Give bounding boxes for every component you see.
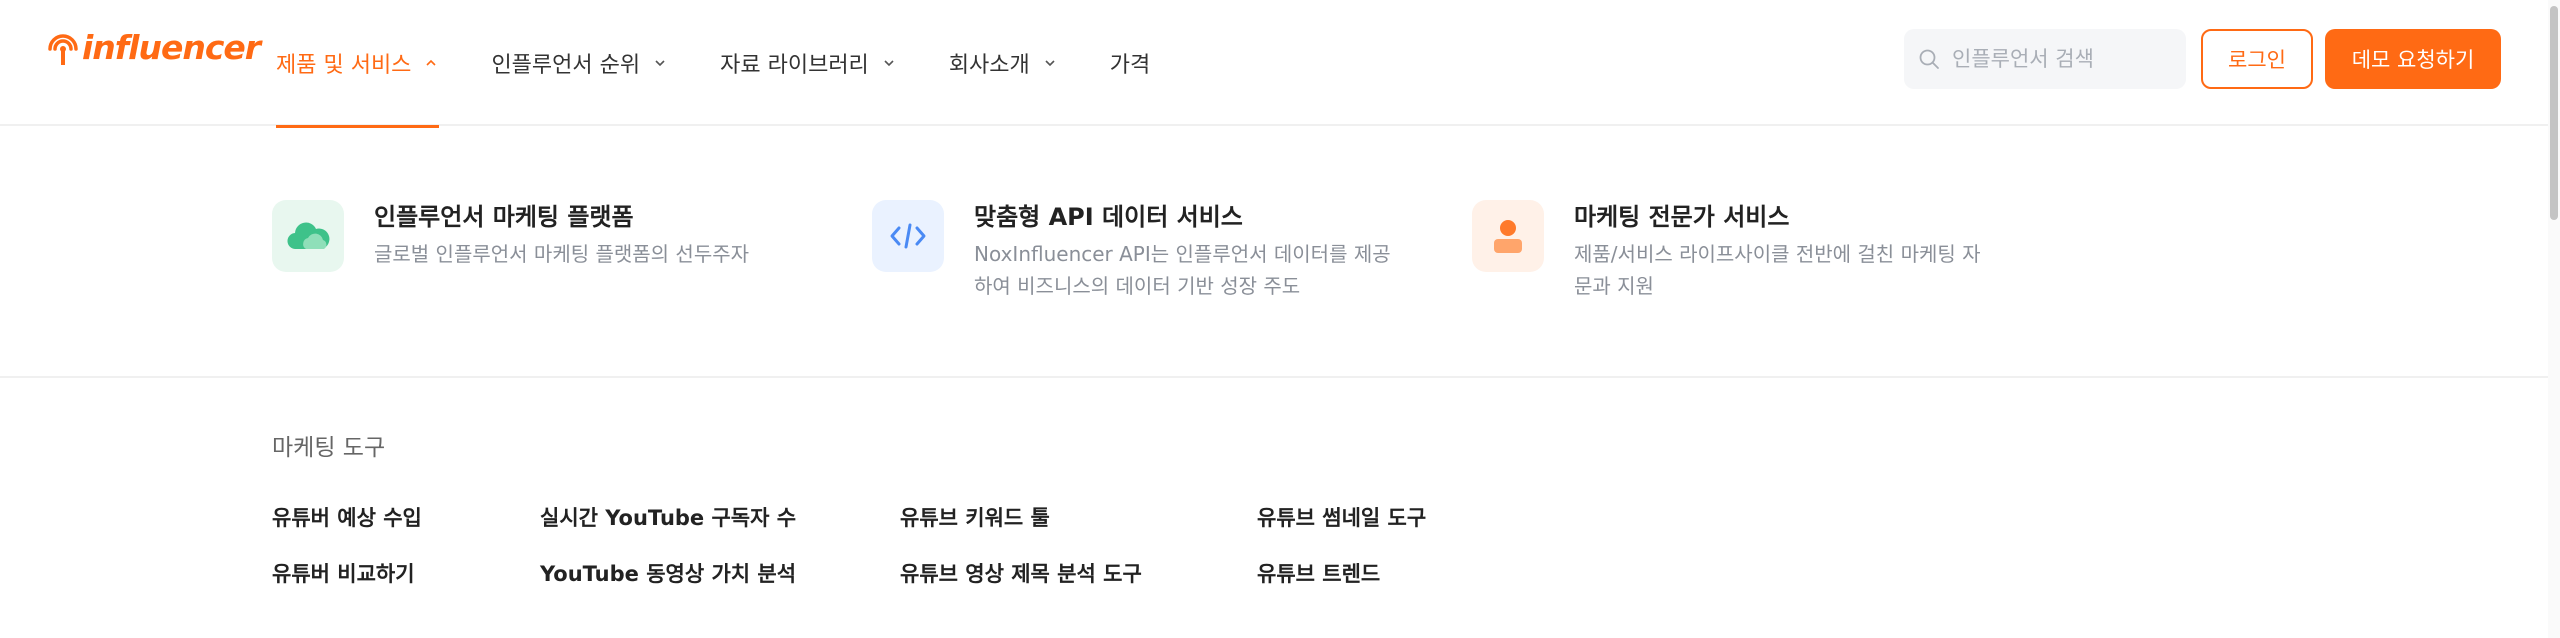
brand-logo[interactable]: influencer bbox=[46, 24, 261, 70]
service-description-line: 제품/서비스 라이프사이클 전반에 걸친 마케팅 자 bbox=[1574, 242, 1981, 266]
chevron-down-icon bbox=[1045, 60, 1055, 67]
logo-mark-icon bbox=[48, 34, 78, 65]
nav-products-services[interactable]: 제품 및 서비스 bbox=[276, 0, 440, 128]
nav-resource-library[interactable]: 자료 라이브러리 bbox=[720, 0, 897, 126]
site-header: influencer 제품 및 서비스 인플루언서 순위 자료 라이브러리 회사… bbox=[0, 0, 2560, 128]
nav-label: 제품 및 서비스 bbox=[276, 53, 412, 78]
service-icon-wrap bbox=[1472, 200, 1544, 272]
marketing-tools-heading: 마케팅 도구 bbox=[272, 435, 386, 461]
services-panel: 인플루언서 마케팅 플랫폼 글로벌 인플루언서 마케팅 플랫폼의 선두주자 맞춤… bbox=[0, 128, 2548, 378]
page-scrollbar[interactable] bbox=[2548, 0, 2560, 638]
cloud-icon bbox=[287, 222, 330, 250]
service-description: NoxInfluencer API는 인플루언서 데이터를 제공 하여 비즈니스… bbox=[974, 238, 1391, 302]
logo-text: influencer bbox=[82, 27, 261, 67]
tool-link-youtuber-earnings[interactable]: 유튜버 예상 수입 bbox=[272, 502, 422, 532]
service-card-api-data[interactable]: 맞춤형 API 데이터 서비스 NoxInfluencer API는 인플루언서… bbox=[872, 200, 1391, 302]
nav-about[interactable]: 회사소개 bbox=[949, 0, 1058, 126]
nav-label: 가격 bbox=[1109, 53, 1151, 78]
tool-link-youtube-trends[interactable]: 유튜브 트렌드 bbox=[1257, 558, 1380, 588]
chevron-up-icon bbox=[426, 59, 437, 66]
service-description-line: 하여 비즈니스의 데이터 기반 성장 주도 bbox=[974, 274, 1301, 298]
service-description: 제품/서비스 라이프사이클 전반에 걸친 마케팅 자 문과 지원 bbox=[1574, 238, 1981, 302]
tool-link-thumbnail-tool[interactable]: 유튜브 썸네일 도구 bbox=[1257, 502, 1426, 532]
search-box[interactable] bbox=[1904, 29, 2186, 89]
nav-label: 인플루언서 순위 bbox=[491, 53, 641, 78]
search-icon bbox=[1919, 49, 1939, 69]
tool-link-video-value[interactable]: YouTube 동영상 가치 분석 bbox=[540, 558, 796, 588]
tool-link-realtime-subscribers[interactable]: 실시간 YouTube 구독자 수 bbox=[540, 502, 796, 532]
main-nav: 제품 및 서비스 인플루언서 순위 자료 라이브러리 회사소개 가격 bbox=[276, 0, 1202, 128]
tool-link-keyword-tool[interactable]: 유튜브 키워드 툴 bbox=[900, 502, 1050, 532]
service-title: 인플루언서 마케팅 플랫폼 bbox=[374, 203, 634, 231]
service-title: 마케팅 전문가 서비스 bbox=[1574, 203, 1790, 231]
search-input[interactable] bbox=[1952, 47, 2172, 71]
service-card-influencer-platform[interactable]: 인플루언서 마케팅 플랫폼 글로벌 인플루언서 마케팅 플랫폼의 선두주자 bbox=[272, 200, 749, 272]
nav-label: 회사소개 bbox=[948, 53, 1030, 78]
scrollbar-thumb[interactable] bbox=[2550, 6, 2558, 220]
request-demo-button[interactable]: 데모 요청하기 bbox=[2325, 29, 2501, 89]
nav-pricing[interactable]: 가격 bbox=[1110, 0, 1150, 126]
service-card-marketing-expert[interactable]: 마케팅 전문가 서비스 제품/서비스 라이프사이클 전반에 걸친 마케팅 자 문… bbox=[1472, 200, 1981, 302]
service-icon-wrap bbox=[272, 200, 344, 272]
chevron-down-icon bbox=[655, 60, 665, 67]
nav-label: 자료 라이브러리 bbox=[720, 53, 869, 78]
service-description: 글로벌 인플루언서 마케팅 플랫폼의 선두주자 bbox=[374, 242, 750, 266]
tool-link-compare-youtubers[interactable]: 유튜버 비교하기 bbox=[272, 558, 415, 588]
nav-influencer-ranking[interactable]: 인플루언서 순위 bbox=[491, 0, 668, 126]
service-title: 맞춤형 API 데이터 서비스 bbox=[974, 203, 1243, 231]
code-icon bbox=[890, 223, 926, 249]
service-icon-wrap bbox=[872, 200, 944, 272]
service-description-line: 문과 지원 bbox=[1574, 274, 1654, 298]
tool-link-title-analyzer[interactable]: 유튜브 영상 제목 분석 도구 bbox=[900, 558, 1142, 588]
service-description-line: NoxInfluencer API는 인플루언서 데이터를 제공 bbox=[974, 242, 1391, 266]
login-button[interactable]: 로그인 bbox=[2201, 29, 2313, 89]
person-icon bbox=[1494, 220, 1522, 253]
chevron-down-icon bbox=[884, 60, 894, 67]
